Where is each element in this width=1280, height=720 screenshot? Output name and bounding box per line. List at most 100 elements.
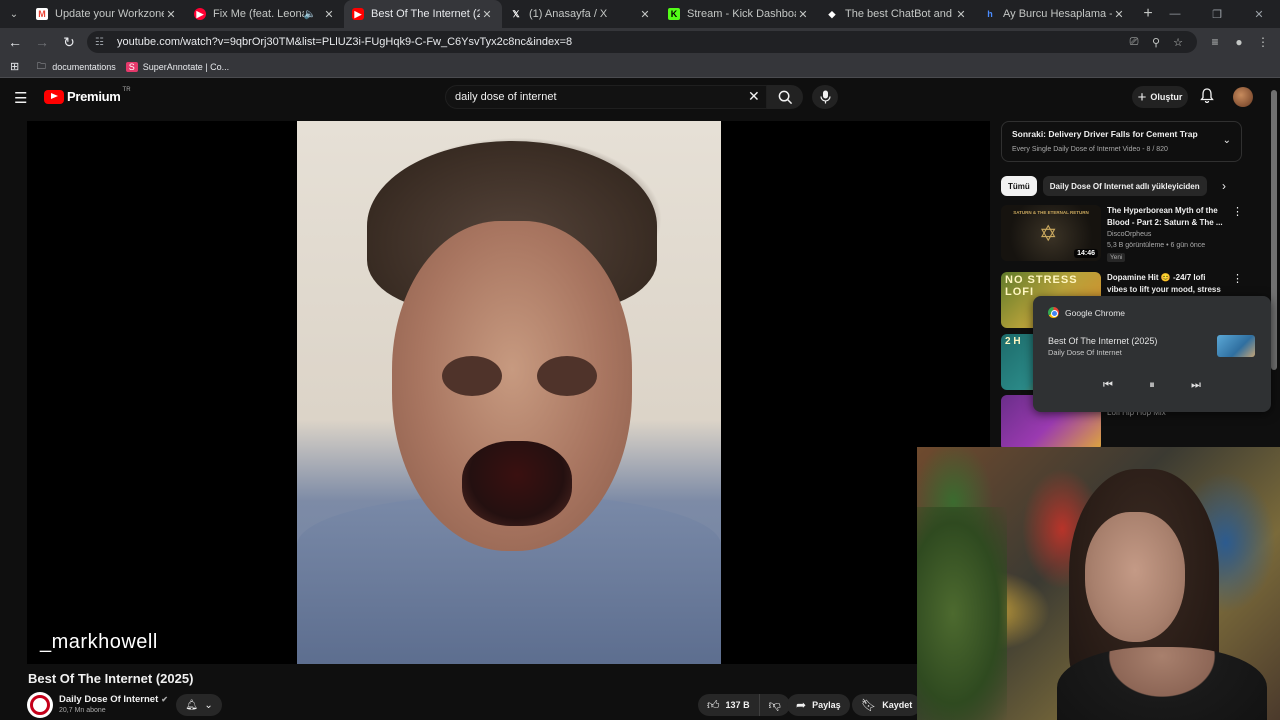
bookmark-label: documentations bbox=[52, 61, 116, 72]
clear-search-icon[interactable]: ✕ bbox=[748, 88, 760, 105]
subscription-bell-button[interactable]: 🔔︎ ⌄ bbox=[176, 694, 222, 716]
video-title: Best Of The Internet (2025) bbox=[28, 671, 194, 686]
forward-button[interactable]: → bbox=[30, 30, 54, 54]
apps-icon[interactable]: ⊞ bbox=[10, 60, 19, 73]
close-icon[interactable]: ✕ bbox=[796, 8, 810, 21]
more-options-icon[interactable]: ⋮ bbox=[1232, 205, 1243, 218]
site-info-icon[interactable]: ☷ bbox=[95, 37, 109, 48]
minimize-icon[interactable]: — bbox=[1154, 0, 1196, 28]
save-button[interactable]: 🔖︎ Kaydet bbox=[852, 694, 922, 716]
chip-from-uploader[interactable]: Daily Dose Of Internet adlı yükleyiciden bbox=[1042, 176, 1207, 196]
close-icon[interactable]: ✕ bbox=[954, 8, 968, 21]
share-arrow-icon: ➦ bbox=[796, 698, 807, 712]
video-player[interactable]: _markhowell bbox=[27, 121, 990, 664]
music-icon: ▶ bbox=[194, 8, 206, 20]
channel-name-text: Daily Dose Of Internet bbox=[59, 694, 159, 705]
save-action: 🔖︎ Kaydet bbox=[852, 694, 922, 716]
chevron-right-icon[interactable]: › bbox=[1222, 179, 1226, 193]
thumbs-up-icon: 👍︎ bbox=[707, 697, 720, 712]
microphone-icon bbox=[819, 90, 831, 104]
video-duration: 14:46 bbox=[1074, 249, 1098, 258]
tab-title: Ay Burcu Hesaplama - HESAPL bbox=[1003, 8, 1112, 20]
search-button[interactable] bbox=[767, 85, 803, 109]
playlist-info: Every Single Daily Dose of Internet Vide… bbox=[1012, 146, 1168, 153]
recommendation-title: The Hyperborean Myth of the Blood - Part… bbox=[1107, 206, 1223, 227]
youtube-logo[interactable]: Premium TR bbox=[44, 86, 131, 104]
tab-0[interactable]: M Update your Workzone profile | ✕ bbox=[28, 0, 186, 28]
kick-icon: K bbox=[668, 8, 680, 20]
address-bar[interactable]: ☷ youtube.com/watch?v=9qbrOrj30TM&list=P… bbox=[87, 31, 1197, 53]
close-icon[interactable]: ✕ bbox=[322, 8, 336, 21]
notifications-bell-icon[interactable] bbox=[1200, 88, 1214, 108]
chip-all[interactable]: Tümü bbox=[1001, 176, 1037, 196]
account-avatar[interactable] bbox=[1233, 87, 1253, 107]
tab-2[interactable]: ▶ Best Of The Internet (2025) - Yo ✕ bbox=[344, 0, 502, 28]
recommendation-channel: DiscoOrpheus bbox=[1107, 231, 1152, 238]
back-button[interactable]: ← bbox=[3, 30, 27, 54]
close-icon[interactable]: ✕ bbox=[638, 8, 652, 21]
tab-title: Fix Me (feat. Leona Lewis) - bbox=[213, 8, 304, 20]
browser-toolbar: ← → ↻ ☷ youtube.com/watch?v=9qbrOrj30TM&… bbox=[0, 28, 1280, 56]
video-thumbnail: SATURN & THE ETERNAL RETURN ✡ 14:46 bbox=[1001, 205, 1101, 261]
reload-button[interactable]: ↻ bbox=[57, 30, 81, 54]
webcam-overlay bbox=[917, 447, 1280, 720]
close-icon[interactable]: ✕ bbox=[1112, 8, 1126, 21]
bookmark-star-icon[interactable]: ☆ bbox=[1167, 36, 1189, 49]
x-icon: 𝕏 bbox=[512, 8, 520, 19]
tab-title: Stream - Kick Dashboard bbox=[687, 8, 796, 20]
plus-icon: + bbox=[1137, 88, 1147, 106]
voice-search-button[interactable] bbox=[812, 85, 838, 109]
bookmark-superannotate[interactable]: S SuperAnnotate | Co... bbox=[125, 61, 229, 72]
thumbnail-text: SATURN & THE ETERNAL RETURN bbox=[1013, 210, 1089, 215]
channel-name[interactable]: Daily Dose Of Internet ✔ bbox=[59, 694, 168, 705]
page-scrollbar[interactable] bbox=[1271, 90, 1277, 370]
hamburger-menu-icon[interactable]: ☰ bbox=[14, 89, 27, 107]
recommendation-item[interactable]: SATURN & THE ETERNAL RETURN ✡ 14:46 The … bbox=[1001, 205, 1271, 262]
h-icon: h bbox=[987, 9, 993, 19]
like-button[interactable]: 👍︎ 137 B bbox=[698, 694, 759, 716]
tab-1[interactable]: ▶ Fix Me (feat. Leona Lewis) - 🔈 ✕ bbox=[186, 0, 344, 28]
close-window-icon[interactable]: ✕ bbox=[1238, 0, 1280, 28]
video-subject-mouth bbox=[462, 441, 572, 526]
up-next-title: Sonraki: Delivery Driver Falls for Cemen… bbox=[1012, 129, 1198, 139]
media-source: Google Chrome bbox=[1048, 307, 1125, 318]
save-label: Kaydet bbox=[882, 700, 913, 710]
restore-icon[interactable]: ❐ bbox=[1196, 0, 1238, 28]
cast-icon[interactable]: ⎚ bbox=[1123, 36, 1145, 49]
tab-5[interactable]: ◆ The best ChatBot and Widgets ✕ bbox=[818, 0, 976, 28]
more-options-icon[interactable]: ⋮ bbox=[1232, 272, 1243, 285]
tab-6[interactable]: h Ay Burcu Hesaplama - HESAPL ✕ bbox=[976, 0, 1134, 28]
share-button[interactable]: ➦ Paylaş bbox=[787, 694, 850, 716]
tab-3[interactable]: 𝕏 (1) Anasayfa / X ✕ bbox=[502, 0, 660, 28]
next-track-icon[interactable]: ⏭︎ bbox=[1174, 379, 1218, 392]
video-watermark: _markhowell bbox=[40, 631, 158, 653]
tab-title: Best Of The Internet (2025) - Yo bbox=[371, 8, 480, 20]
create-button[interactable]: + Oluştur bbox=[1132, 86, 1188, 108]
search-input[interactable]: daily dose of internet bbox=[445, 85, 767, 109]
tab-4[interactable]: K Stream - Kick Dashboard ✕ bbox=[660, 0, 818, 28]
media-control-icon[interactable]: ≡ bbox=[1203, 35, 1227, 49]
gmail-icon: M bbox=[36, 8, 48, 20]
dislike-button[interactable]: 👎︎ bbox=[758, 694, 790, 716]
close-icon[interactable]: ✕ bbox=[480, 8, 494, 21]
close-icon[interactable]: ✕ bbox=[164, 8, 178, 21]
tab-search-button[interactable]: ⌄ bbox=[0, 0, 28, 28]
share-label: Paylaş bbox=[812, 700, 841, 710]
window-controls: — ❐ ✕ bbox=[1154, 0, 1280, 28]
recommendation-meta: 5,3 B görüntüleme • 6 gün önce bbox=[1107, 242, 1206, 249]
pause-icon[interactable]: ⏸︎ bbox=[1130, 379, 1174, 392]
country-code: TR bbox=[122, 86, 131, 93]
bookmark-documentations[interactable]: 🗀 documentations bbox=[35, 61, 116, 72]
profile-icon[interactable]: ● bbox=[1227, 35, 1251, 49]
chevron-down-icon[interactable]: ⌄ bbox=[1223, 135, 1231, 146]
previous-track-icon[interactable]: ⏮︎ bbox=[1086, 379, 1130, 392]
like-dislike-group: 👍︎ 137 B 👎︎ bbox=[698, 694, 790, 716]
zoom-icon[interactable]: ⚲ bbox=[1145, 36, 1167, 49]
url-text: youtube.com/watch?v=9qbrOrj30TM&list=PLl… bbox=[117, 36, 573, 48]
bell-icon: 🔔︎ bbox=[185, 699, 198, 711]
media-controls-popup[interactable]: Google Chrome Best Of The Internet (2025… bbox=[1033, 296, 1271, 412]
playlist-panel[interactable]: Sonraki: Delivery Driver Falls for Cemen… bbox=[1001, 121, 1242, 162]
speaker-icon[interactable]: 🔈 bbox=[304, 9, 316, 20]
menu-icon[interactable]: ⋮ bbox=[1251, 35, 1275, 49]
channel-avatar[interactable] bbox=[27, 692, 53, 718]
